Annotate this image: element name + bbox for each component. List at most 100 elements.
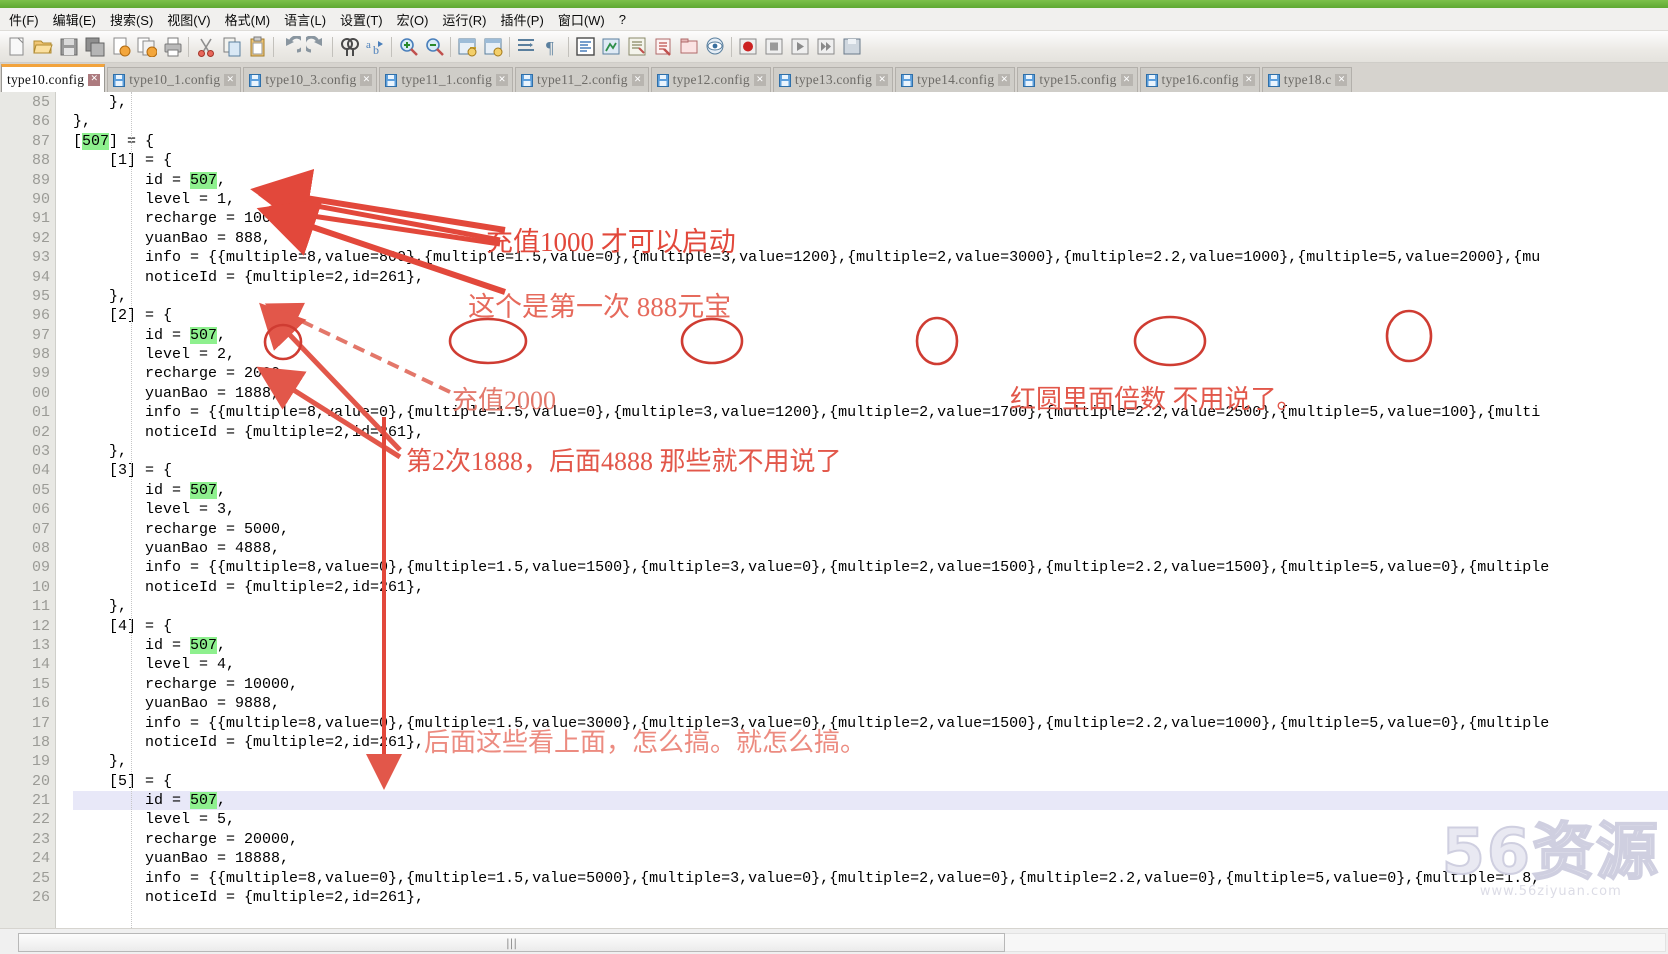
close-all-icon[interactable] — [133, 34, 159, 60]
redo-icon[interactable] — [303, 34, 329, 60]
code-line[interactable]: id = 507, — [73, 791, 1668, 811]
close-icon[interactable]: ✕ — [496, 74, 509, 86]
code-line[interactable]: recharge = 1000, — [73, 209, 1668, 228]
copy-icon[interactable] — [218, 34, 244, 60]
code-line[interactable]: level = 1, — [73, 190, 1668, 209]
code-line[interactable]: level = 4, — [73, 655, 1668, 674]
close-icon[interactable]: ✕ — [753, 74, 766, 86]
menu-macro[interactable]: 宏(O) — [390, 8, 436, 31]
undo-icon[interactable] — [277, 34, 303, 60]
document-tab[interactable]: type10_3.config ✕ — [243, 67, 378, 92]
new-file-icon[interactable] — [3, 34, 29, 60]
code-line[interactable]: }, — [73, 442, 1668, 461]
code-line[interactable]: yuanBao = 9888, — [73, 694, 1668, 713]
document-tab[interactable]: type13.config ✕ — [772, 67, 894, 92]
open-folder-icon[interactable] — [29, 34, 55, 60]
code-line[interactable]: [4] = { — [73, 617, 1668, 636]
document-tab[interactable]: type14.config ✕ — [895, 67, 1016, 92]
code-line[interactable]: info = {{multiple=8,value=0},{multiple=1… — [73, 869, 1668, 888]
macro-playmany-icon[interactable] — [813, 34, 839, 60]
close-icon[interactable]: ✕ — [631, 74, 644, 86]
code-line[interactable]: recharge = 10000, — [73, 675, 1668, 694]
menu-plugins[interactable]: 插件(P) — [493, 8, 550, 31]
code-line[interactable]: recharge = 5000, — [73, 520, 1668, 539]
code-line[interactable]: }, — [73, 93, 1668, 112]
code-line[interactable]: [507] = { — [73, 132, 1668, 151]
paste-icon[interactable] — [244, 34, 270, 60]
menu-run[interactable]: 运行(R) — [435, 8, 493, 31]
close-icon[interactable]: ✕ — [1242, 74, 1255, 86]
code-line[interactable]: [3] = { — [73, 461, 1668, 480]
code-line[interactable]: }, — [73, 112, 1668, 131]
document-tab[interactable]: type11_1.config ✕ — [379, 67, 514, 92]
folder-workspace-icon[interactable] — [676, 34, 702, 60]
sync-scroll-horizontal-icon[interactable] — [480, 34, 506, 60]
code-line[interactable]: id = 507, — [73, 326, 1668, 345]
word-wrap-icon[interactable] — [513, 34, 539, 60]
find-icon[interactable] — [336, 34, 362, 60]
code-line[interactable]: }, — [73, 287, 1668, 306]
code-line[interactable]: level = 2, — [73, 345, 1668, 364]
close-icon[interactable]: ✕ — [360, 74, 373, 86]
menu-search[interactable]: 搜索(S) — [103, 8, 160, 31]
cut-icon[interactable] — [192, 34, 218, 60]
print-icon[interactable] — [159, 34, 185, 60]
macro-play-icon[interactable] — [787, 34, 813, 60]
document-tab-active[interactable]: type10.config ✕ — [1, 64, 106, 92]
code-line[interactable]: noticeId = {multiple=2,id=261}, — [73, 578, 1668, 597]
code-line[interactable]: noticeId = {multiple=2,id=261}, — [73, 733, 1668, 752]
code-line[interactable]: yuanBao = 888, — [73, 229, 1668, 248]
replace-icon[interactable]: ab — [362, 34, 388, 60]
menu-format[interactable]: 格式(M) — [218, 8, 278, 31]
close-icon[interactable]: ✕ — [1335, 74, 1348, 86]
macro-record-icon[interactable] — [735, 34, 761, 60]
code-line[interactable]: [5] = { — [73, 772, 1668, 791]
save-icon[interactable] — [55, 34, 81, 60]
macro-stop-icon[interactable] — [761, 34, 787, 60]
horizontal-scrollbar[interactable]: ||| — [0, 928, 1668, 954]
menu-settings[interactable]: 设置(T) — [333, 8, 390, 31]
code-line[interactable]: level = 3, — [73, 500, 1668, 519]
code-editor[interactable]: 85 86 87 88 89 90 91 92 93 94 95 96 97 98 99 00 01 02 03 04… — [0, 92, 1668, 928]
document-tab[interactable]: type12.config ✕ — [650, 67, 771, 92]
close-icon[interactable]: ✕ — [224, 74, 237, 86]
code-line[interactable]: yuanBao = 4888, — [73, 539, 1668, 558]
zoom-out-icon[interactable] — [421, 34, 447, 60]
code-line[interactable]: noticeId = {multiple=2,id=261}, — [73, 268, 1668, 287]
menu-language[interactable]: 语言(L) — [277, 8, 333, 31]
function-list-icon[interactable] — [650, 34, 676, 60]
code-line[interactable]: id = 507, — [73, 171, 1668, 190]
code-line[interactable]: info = {{multiple=8,value=0},{multiple=1… — [73, 558, 1668, 577]
document-tab[interactable]: type18.c ✕ — [1261, 67, 1353, 92]
code-line[interactable]: }, — [73, 752, 1668, 771]
close-file-icon[interactable] — [107, 34, 133, 60]
save-all-icon[interactable] — [81, 34, 107, 60]
code-line[interactable]: [1] = { — [73, 151, 1668, 170]
document-tab[interactable]: type16.config ✕ — [1139, 67, 1260, 92]
close-icon[interactable]: ✕ — [998, 74, 1011, 86]
zoom-in-icon[interactable] — [395, 34, 421, 60]
code-line[interactable]: id = 507, — [73, 481, 1668, 500]
code-line[interactable]: yuanBao = 1888, — [73, 384, 1668, 403]
sync-scroll-vertical-icon[interactable] — [454, 34, 480, 60]
show-all-chars-icon[interactable]: ¶ — [539, 34, 565, 60]
code-line[interactable]: [2] = { — [73, 306, 1668, 325]
code-line[interactable]: yuanBao = 18888, — [73, 849, 1668, 868]
indent-guide-icon[interactable] — [572, 34, 598, 60]
code-line[interactable]: info = {{multiple=8,value=0},{multiple=1… — [73, 403, 1668, 422]
code-line[interactable]: level = 5, — [73, 810, 1668, 829]
close-icon[interactable]: ✕ — [1120, 74, 1133, 86]
menu-window[interactable]: 窗口(W) — [551, 8, 612, 31]
close-icon[interactable]: ✕ — [876, 74, 889, 86]
code-line[interactable]: noticeId = {multiple=2,id=261}, — [73, 423, 1668, 442]
menu-edit[interactable]: 编辑(E) — [46, 8, 103, 31]
code-line[interactable]: info = {{multiple=8,value=0},{multiple=1… — [73, 714, 1668, 733]
document-tab[interactable]: type11_2.config ✕ — [515, 67, 649, 92]
doc-map-icon[interactable] — [624, 34, 650, 60]
macro-save-icon[interactable] — [839, 34, 865, 60]
document-tab[interactable]: type10_1.config ✕ — [107, 67, 242, 92]
horizontal-scroll-thumb[interactable]: ||| — [18, 933, 1005, 952]
document-tab-bar[interactable]: type10.config ✕ type10_1.config ✕ type10_3.c… — [0, 63, 1668, 92]
menu-view[interactable]: 视图(V) — [160, 8, 217, 31]
monitoring-icon[interactable] — [702, 34, 728, 60]
